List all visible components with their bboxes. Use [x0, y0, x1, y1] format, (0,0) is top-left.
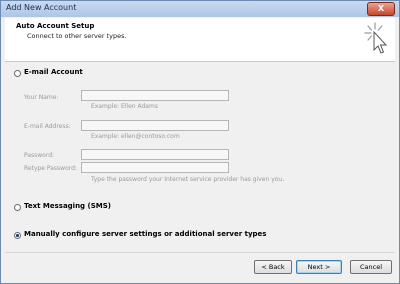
your-name-input[interactable]: [81, 90, 229, 101]
content-area: E-mail Account Your Name: Example: Ellen…: [5, 62, 395, 252]
manual-config-radio[interactable]: [14, 232, 21, 239]
header-panel: Auto Account Setup Connect to other serv…: [5, 18, 395, 62]
wizard-cursor-icon: [364, 22, 388, 54]
your-name-hint: Example: Ellen Adams: [91, 103, 158, 110]
add-account-dialog: Add New Account X Auto Account Setup Con…: [0, 0, 400, 284]
header-subtitle: Connect to other server types.: [27, 32, 127, 40]
email-address-hint: Example: ellen@contoso.com: [91, 133, 180, 140]
next-button[interactable]: Next >: [296, 260, 342, 274]
close-button[interactable]: X: [367, 2, 395, 16]
text-messaging-label[interactable]: Text Messaging (SMS): [24, 202, 111, 210]
retype-password-hint: Type the password your Internet service …: [91, 176, 285, 183]
manual-config-label[interactable]: Manually configure server settings or ad…: [24, 230, 266, 238]
email-address-input[interactable]: [81, 120, 229, 131]
title-bar: Add New Account X: [1, 1, 399, 17]
email-account-radio[interactable]: [14, 70, 21, 77]
footer-divider: [5, 252, 395, 253]
email-account-label[interactable]: E-mail Account: [24, 68, 83, 76]
window-title: Add New Account: [6, 3, 77, 12]
password-input[interactable]: [81, 149, 229, 160]
email-address-label: E-mail Address:: [24, 123, 71, 130]
retype-password-input[interactable]: [81, 162, 229, 173]
cancel-button[interactable]: Cancel: [350, 260, 392, 274]
retype-password-label: Retype Password:: [24, 165, 77, 172]
header-title: Auto Account Setup: [16, 22, 95, 30]
back-button[interactable]: < Back: [254, 260, 292, 274]
password-label: Password:: [24, 152, 55, 159]
text-messaging-radio[interactable]: [14, 204, 21, 211]
your-name-label: Your Name:: [24, 94, 59, 101]
